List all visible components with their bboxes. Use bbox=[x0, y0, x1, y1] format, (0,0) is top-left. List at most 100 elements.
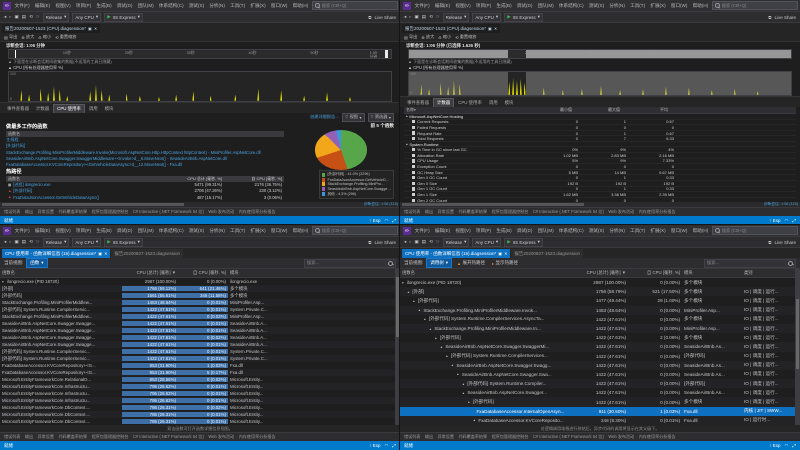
tree-expand-icon[interactable]: ▴ bbox=[413, 299, 415, 303]
save-all-icon[interactable]: ▤ bbox=[422, 14, 426, 20]
filter-dropdown-2[interactable]: ▽筛选器▾ bbox=[368, 113, 394, 122]
counter-checkbox[interactable] bbox=[412, 126, 415, 129]
back-icon[interactable]: ◂ bbox=[404, 14, 406, 20]
feedback-icon[interactable]: ◠ bbox=[384, 218, 388, 224]
counter-checkbox[interactable] bbox=[412, 154, 415, 157]
call-tree-row[interactable]: ▴[外部代码] System.Runtime.Compiler...1422 (… bbox=[400, 379, 800, 388]
tree-expand-icon[interactable]: ▴ bbox=[441, 345, 443, 349]
panel-tab-8[interactable]: 内存使用率分析报告 bbox=[239, 209, 276, 215]
call-tree-row[interactable]: ▾ilongrecio.exe (PID 18720)2987 (100.00%… bbox=[400, 278, 800, 287]
save-icon[interactable]: ▣ bbox=[415, 239, 419, 245]
tree-expand-icon[interactable]: ▴ bbox=[446, 354, 448, 358]
quick-launch-search[interactable]: 搜索 (Ctrl+Q) bbox=[712, 226, 798, 235]
panel-tab-2[interactable]: 输出 bbox=[25, 434, 33, 440]
menu-item-9[interactable]: 测试(S) bbox=[187, 3, 206, 9]
tree-expand-icon[interactable]: ▾ bbox=[402, 281, 404, 285]
panel-tab-7[interactable]: Web 发布活动 bbox=[608, 209, 634, 215]
show-hot-path-button[interactable]: ▸显示热路径 bbox=[490, 260, 520, 266]
config-dropdown[interactable]: Release▾ bbox=[43, 238, 70, 247]
vertical-scrollbar[interactable] bbox=[795, 269, 800, 425]
panel-tab-3[interactable]: 异常设置 bbox=[38, 434, 54, 440]
menu-item-10[interactable]: 分析(N) bbox=[208, 228, 227, 234]
menu-item-1[interactable]: 文件(F) bbox=[13, 3, 31, 9]
panel-tab-6[interactable]: C# Interactive (.NET Framework 64 位) bbox=[133, 209, 204, 215]
fullscreen-icon[interactable]: ⤢ bbox=[392, 443, 396, 448]
menu-item-4[interactable]: 项目(P) bbox=[474, 3, 493, 9]
report-tab-1[interactable]: 事件查看器 bbox=[404, 99, 432, 107]
panel-tab-5[interactable]: 程序包管理器控制台 bbox=[492, 209, 529, 215]
hot-path-row[interactable]: ▲FxaDataJsonAccessor.GetVehicleDataAsync… bbox=[6, 194, 284, 200]
redo-icon[interactable]: ⟳ bbox=[436, 239, 440, 245]
menu-item-4[interactable]: 项目(P) bbox=[474, 228, 493, 234]
tab-close-icon[interactable]: ✕ bbox=[504, 251, 507, 256]
call-tree-row[interactable]: ▴[外部代码] System.Runtime.CompilerServices.… bbox=[400, 352, 800, 361]
report-tool-4[interactable]: ⟲重置缩放 bbox=[455, 34, 476, 40]
counter-checkbox[interactable] bbox=[412, 159, 415, 162]
report-tab-5[interactable]: 模块 bbox=[102, 105, 117, 113]
panel-tab-4[interactable]: 代码覆盖率结果 bbox=[458, 434, 487, 440]
counter-checkbox[interactable] bbox=[412, 193, 415, 196]
table-row[interactable]: SeasideAirBnb.AspNetCore.Swagger.Swagge.… bbox=[0, 334, 400, 341]
report-tool-1[interactable]: ▤导出 bbox=[4, 34, 17, 40]
playhead-marker[interactable] bbox=[15, 50, 16, 58]
menu-item-7[interactable]: 团队(M) bbox=[136, 3, 155, 9]
menu-item-10[interactable]: 分析(N) bbox=[208, 3, 227, 9]
live-share-icon[interactable]: ⧉ bbox=[368, 15, 371, 20]
menu-item-3[interactable]: 视图(V) bbox=[54, 3, 73, 9]
run-button[interactable]: ▶IIS Express▾ bbox=[104, 238, 143, 247]
live-share-icon[interactable]: ⧉ bbox=[768, 15, 771, 20]
counter-checkbox[interactable] bbox=[412, 137, 415, 140]
tree-expand-icon[interactable]: ▴ bbox=[457, 372, 459, 376]
report-tool-4[interactable]: ⟲重置缩放 bbox=[55, 34, 76, 40]
report-tool-3[interactable]: ⊖缩小 bbox=[38, 34, 51, 40]
back-icon[interactable]: ◂ bbox=[4, 14, 6, 20]
panel-tab-2[interactable]: 输出 bbox=[425, 434, 433, 440]
menu-item-7[interactable]: 团队(M) bbox=[536, 228, 555, 234]
menu-item-8[interactable]: 体系结构(C) bbox=[557, 3, 585, 9]
scrollbar-thumb[interactable] bbox=[796, 299, 799, 369]
call-tree-row[interactable]: ▴[外部代码]1422 (47.61%)0 (0.00%)多个模块IO | 调度… bbox=[400, 397, 800, 406]
counter-checkbox[interactable] bbox=[412, 176, 415, 179]
tree-expand-icon[interactable]: ▴ bbox=[463, 391, 465, 395]
menu-item-9[interactable]: 测试(S) bbox=[587, 3, 606, 9]
table-row[interactable]: SeasideAirBnb.AspNetCore.Swagger.Swagge.… bbox=[0, 327, 400, 334]
menu-item-2[interactable]: 编辑(E) bbox=[33, 228, 52, 234]
panel-tab-7[interactable]: Web 发布活动 bbox=[608, 434, 634, 440]
menu-item-4[interactable]: 项目(P) bbox=[74, 228, 93, 234]
panel-tab-1[interactable]: 错误列表 bbox=[404, 434, 420, 440]
table-row[interactable]: SeasideAirBnb.AspNetCore.Swagger.Swagge.… bbox=[0, 320, 400, 327]
undo-icon[interactable]: ⟲ bbox=[429, 239, 433, 245]
tree-expand-icon[interactable]: ▴ bbox=[468, 400, 470, 404]
scrollbar-thumb[interactable] bbox=[396, 277, 399, 337]
call-tree-row[interactable]: ▴SeasideAirBnb.AspNetCore.Swagger.Swagg.… bbox=[400, 361, 800, 370]
live-share-icon[interactable]: ⧉ bbox=[768, 240, 771, 245]
fullscreen-icon[interactable]: ⤢ bbox=[392, 218, 396, 223]
table-row[interactable]: Microsoft.EntityFrameworkCore.DbContext.… bbox=[0, 404, 400, 411]
menu-item-14[interactable]: 帮助(H) bbox=[291, 3, 310, 9]
document-tab-2[interactable]: 报告20200507-1523.diagsession bbox=[111, 249, 183, 258]
report-tab-3[interactable]: CPU 使用率 bbox=[455, 99, 485, 107]
table-row[interactable]: SeasideAirBnb.AspNetCore.Swagger.Swagge.… bbox=[0, 341, 400, 348]
menu-item-14[interactable]: 帮助(H) bbox=[691, 3, 710, 9]
panel-tab-4[interactable]: 代码覆盖率结果 bbox=[58, 209, 87, 215]
menu-item-13[interactable]: 窗口(W) bbox=[269, 228, 289, 234]
panel-tab-6[interactable]: C# Interactive (.NET Framework 64 位) bbox=[133, 434, 204, 440]
menu-item-12[interactable]: 扩展(X) bbox=[249, 228, 268, 234]
quick-launch-search[interactable]: 搜索 (Ctrl+Q) bbox=[312, 226, 398, 235]
scrollbar-thumb[interactable] bbox=[2, 203, 184, 206]
report-tab-4[interactable]: 调用 bbox=[486, 99, 501, 107]
counter-checkbox[interactable] bbox=[412, 187, 415, 190]
undo-icon[interactable]: ⟲ bbox=[29, 14, 33, 20]
publish-indicator[interactable]: ↑ Esp bbox=[369, 443, 380, 448]
call-tree-row[interactable]: FxaDatabaseAccessor.InternalOpenAsyn...9… bbox=[400, 407, 800, 416]
live-share-icon[interactable]: ⧉ bbox=[368, 240, 371, 245]
timeline-selection[interactable] bbox=[409, 50, 508, 58]
scrollbar-thumb[interactable] bbox=[402, 203, 584, 206]
panel-tab-4[interactable]: 代码覆盖率结果 bbox=[58, 434, 87, 440]
timeline-ruler[interactable]: 10秒20秒30秒40秒50秒1:05分钟 bbox=[8, 49, 392, 59]
filter-dropdown-1[interactable]: ▽视图▾ bbox=[342, 113, 364, 122]
menu-item-13[interactable]: 窗口(W) bbox=[269, 3, 289, 9]
tree-expand-icon[interactable]: ▴ bbox=[435, 336, 437, 340]
tree-expand-icon[interactable]: ▾ bbox=[2, 280, 4, 284]
table-row[interactable]: Microsoft.EntityFrameworkCore.DbContext.… bbox=[0, 418, 400, 425]
